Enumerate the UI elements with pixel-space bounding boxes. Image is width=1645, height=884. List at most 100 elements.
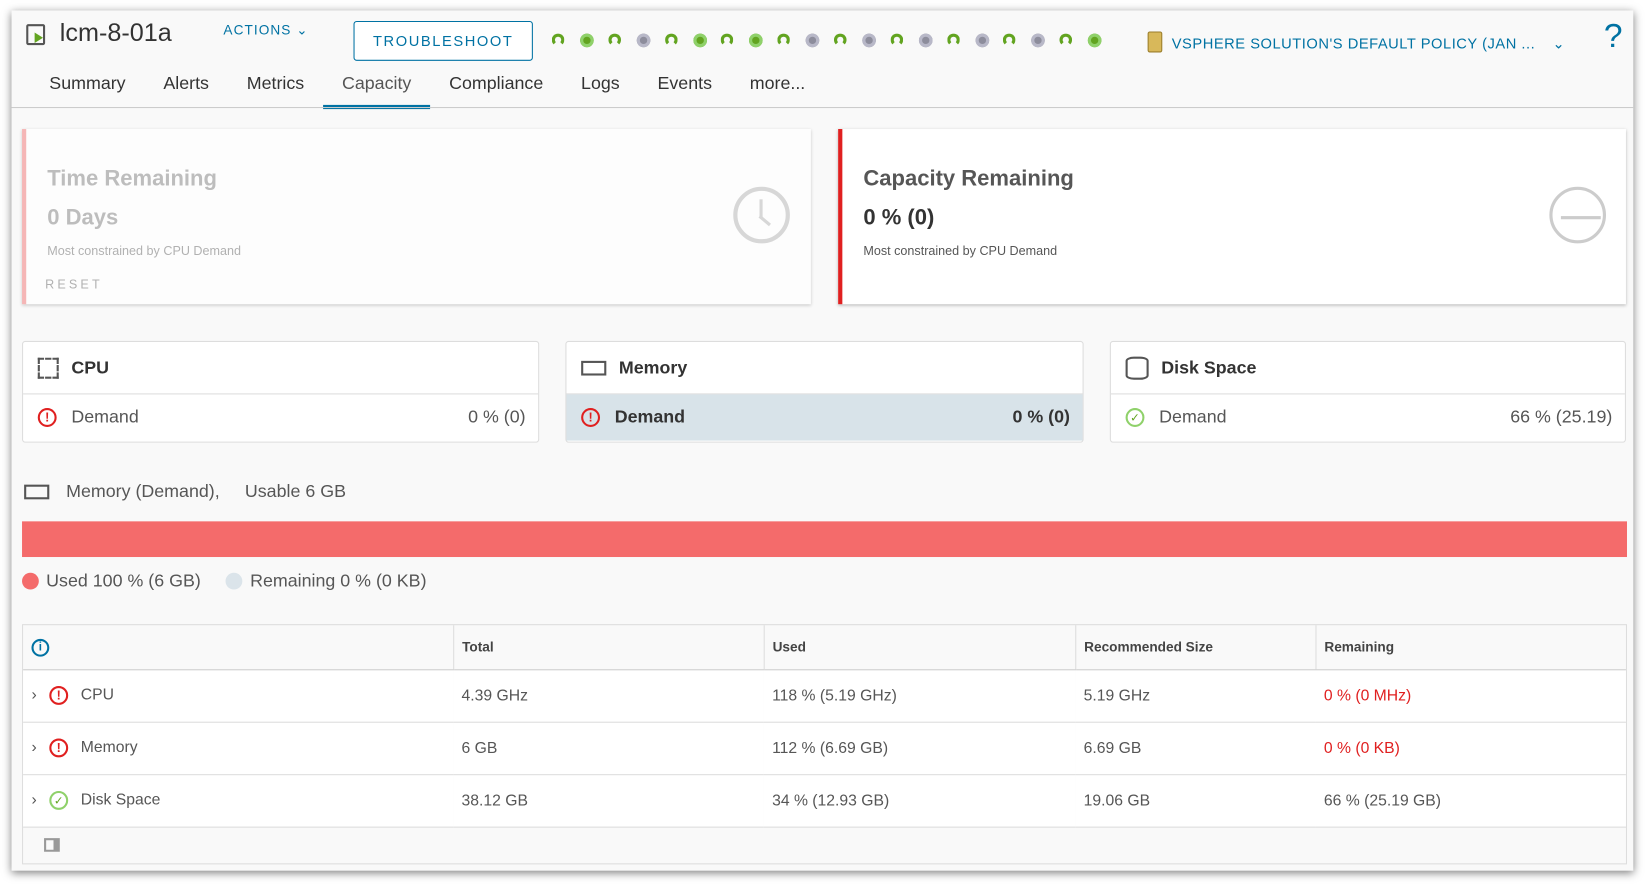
database-icon [1125, 356, 1149, 380]
usage-bar [22, 521, 1627, 558]
tab-compliance[interactable]: Compliance [430, 73, 562, 108]
status-dot-icon[interactable] [862, 33, 876, 48]
tab-alerts[interactable]: Alerts [144, 73, 227, 108]
column-toggle-icon[interactable] [44, 838, 60, 852]
cell-recommended: 5.19 GHz [1075, 669, 1316, 723]
cell-recommended: 19.06 GB [1075, 774, 1316, 828]
metric-card-memory[interactable]: Memory ! Demand 0 % (0) [565, 340, 1084, 443]
object-title: lcm-8-01a [59, 18, 172, 48]
critical-icon: ! [581, 408, 601, 427]
column-header-remaining[interactable]: Remaining [1314, 625, 1626, 670]
cell-remaining: 0 % (0 KB) [1315, 721, 1626, 775]
status-dot-icon[interactable] [805, 33, 820, 48]
row-name: CPU [80, 686, 114, 704]
status-dot-icon[interactable] [579, 33, 594, 48]
metric-value: 0 % (0) [1012, 407, 1070, 427]
status-dot-icon[interactable] [975, 33, 989, 48]
card-value: 0 % (0) [863, 205, 935, 230]
tab-metrics[interactable]: Metrics [228, 73, 323, 108]
health-badge-icon[interactable] [833, 33, 847, 47]
health-badge-icon[interactable] [551, 33, 565, 47]
card-title: Capacity Remaining [863, 166, 1074, 191]
health-badge-icon[interactable] [1003, 33, 1016, 47]
troubleshoot-button[interactable]: TROUBLESHOOT [353, 20, 533, 61]
tab-more[interactable]: more... [731, 73, 824, 108]
card-note: Most constrained by CPU Demand [47, 243, 242, 259]
cell-used: 112 % (6.69 GB) [763, 721, 1076, 775]
row-name: Memory [80, 738, 138, 757]
info-icon[interactable]: i [31, 638, 50, 657]
chevron-down-icon: ⌄ [1552, 34, 1566, 52]
status-dot-icon[interactable] [918, 33, 933, 48]
clock-icon [733, 186, 790, 244]
health-badge-icon[interactable] [721, 33, 734, 47]
policy-label: VSPHERE SOLUTION'S DEFAULT POLICY (JAN .… [1171, 34, 1536, 52]
usage-bar-used [22, 521, 1627, 558]
tab-events[interactable]: Events [639, 73, 731, 108]
metric-label: Demand [614, 407, 686, 427]
status-dot-icon[interactable] [692, 33, 707, 48]
detail-metric: Memory (Demand), [66, 481, 220, 502]
capacity-table: i Total Used Recommended Size Remaining … [22, 624, 1627, 864]
memory-icon [24, 484, 50, 500]
tab-bar: Summary Alerts Metrics Capacity Complian… [30, 73, 824, 110]
info-column-header: i [23, 625, 454, 670]
reset-button[interactable]: RESET [45, 277, 103, 292]
column-header-used[interactable]: Used [763, 625, 1076, 670]
expand-chevron-icon[interactable]: › [31, 791, 36, 809]
tab-capacity[interactable]: Capacity [323, 73, 431, 110]
expand-chevron-icon[interactable]: › [31, 738, 36, 756]
column-header-total[interactable]: Total [452, 625, 764, 670]
health-badge-icon[interactable] [890, 33, 903, 47]
cell-recommended: 6.69 GB [1075, 721, 1316, 775]
metric-value: 0 % (0) [468, 407, 526, 427]
divider [11, 106, 1634, 109]
policy-icon [1147, 31, 1163, 53]
critical-icon: ! [49, 738, 69, 758]
metric-card-title: Memory [618, 357, 688, 378]
vm-icon [26, 24, 46, 46]
metric-card-disk-space[interactable]: Disk Space ✓ Demand 66 % (25.19) [1109, 340, 1626, 443]
status-dot-icon[interactable] [1087, 33, 1102, 48]
cell-remaining: 66 % (25.19 GB) [1315, 774, 1626, 828]
detail-title: Memory (Demand), Usable 6 GB [66, 481, 346, 502]
status-dot-icon[interactable] [636, 33, 651, 48]
cell-used: 34 % (12.93 GB) [763, 774, 1076, 828]
detail-usable: Usable 6 GB [244, 481, 346, 502]
column-header-recommended-size[interactable]: Recommended Size [1074, 625, 1316, 670]
card-value: 0 Days [47, 205, 119, 230]
metric-card-title: Disk Space [1161, 357, 1257, 378]
table-footer [23, 827, 1626, 863]
status-dot-icon[interactable] [1031, 33, 1046, 48]
status-dot-icon[interactable] [749, 33, 763, 48]
health-badge-icon[interactable] [664, 33, 678, 47]
cell-remaining: 0 % (0 MHz) [1315, 669, 1626, 723]
health-badge-icon[interactable] [777, 33, 791, 47]
cell-used: 118 % (5.19 GHz) [763, 669, 1076, 723]
table-row[interactable]: ›! CPU 4.39 GHz 118 % (5.19 GHz) 5.19 GHz 0 %… [23, 669, 1626, 723]
ok-check-icon: ✓ [1125, 408, 1145, 427]
metric-card-cpu[interactable]: CPU ! Demand 0 % (0) [22, 340, 540, 443]
remaining-legend-dot [225, 572, 243, 590]
actions-label: ACTIONS [223, 22, 292, 38]
health-badge-icon[interactable] [608, 33, 621, 47]
health-badge-icon[interactable] [946, 33, 960, 47]
metric-label: Demand [71, 407, 139, 427]
used-legend: Used 100 % (6 GB) [46, 570, 201, 591]
expand-chevron-icon[interactable]: › [31, 686, 36, 704]
metric-value: 66 % (25.19) [1510, 407, 1613, 427]
critical-icon: ! [49, 686, 69, 705]
help-icon[interactable]: ? [1604, 17, 1623, 56]
health-badge-icon[interactable] [1059, 33, 1073, 47]
table-row[interactable]: › ✓ Disk Space 38.12 GB 34 % (12.93 GB) 19.06… [23, 774, 1626, 828]
policy-dropdown[interactable]: VSPHERE SOLUTION'S DEFAULT POLICY (JAN .… [1172, 35, 1566, 53]
usage-legend: Used 100 % (6 GB) Remaining 0 % (0 KB) [22, 570, 427, 592]
row-name: Disk Space [80, 790, 161, 809]
tab-logs[interactable]: Logs [562, 73, 638, 108]
critical-icon: ! [37, 408, 57, 427]
table-row[interactable]: ›! Memory 6 GB 112 % (6.69 GB) 6.69 GB 0 % (0… [23, 721, 1626, 775]
tab-summary[interactable]: Summary [30, 73, 144, 108]
actions-menu[interactable]: ACTIONS ⌄ [223, 22, 308, 39]
chevron-down-icon: ⌄ [296, 22, 309, 38]
used-legend-dot [22, 572, 39, 590]
